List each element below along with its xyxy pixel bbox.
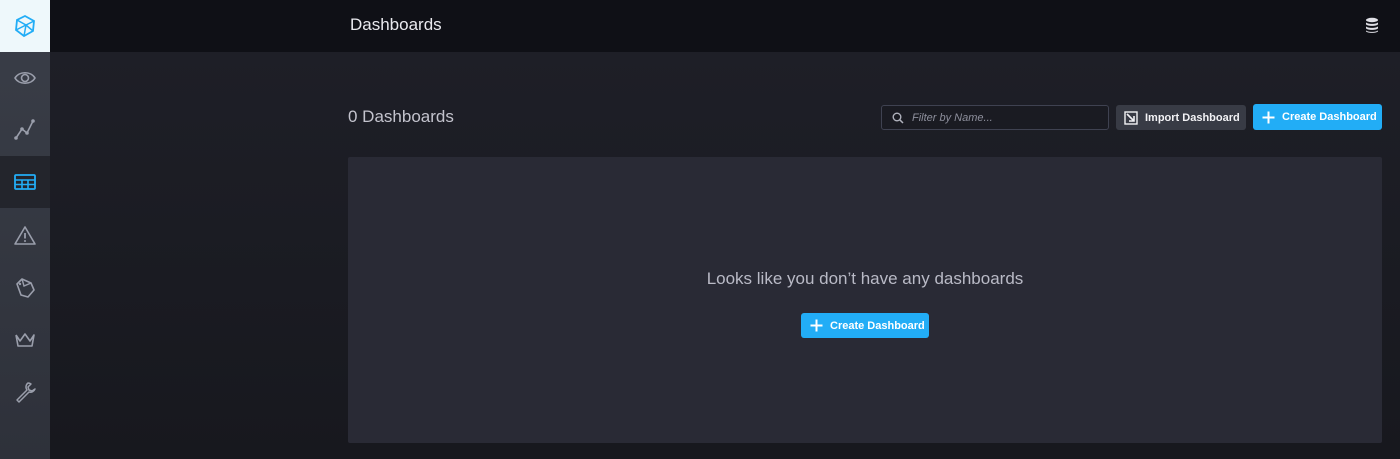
graph-icon bbox=[14, 119, 35, 140]
page-title: Dashboards bbox=[350, 15, 442, 34]
create-dashboard-label: Create Dashboard bbox=[1282, 111, 1377, 123]
empty-state-create-button[interactable]: Create Dashboard bbox=[801, 313, 929, 338]
source-selector[interactable] bbox=[1365, 17, 1379, 38]
sidebar bbox=[0, 0, 50, 459]
search-box[interactable] bbox=[881, 105, 1109, 130]
tag-icon bbox=[16, 278, 35, 298]
create-dashboard-button[interactable]: Create Dashboard bbox=[1253, 104, 1382, 130]
import-dashboard-button[interactable]: Import Dashboard bbox=[1116, 105, 1246, 130]
logo-icon bbox=[15, 14, 35, 38]
app-logo[interactable] bbox=[0, 0, 50, 52]
sidebar-item-configuration[interactable] bbox=[0, 366, 50, 418]
sidebar-item-alerting[interactable] bbox=[0, 210, 50, 262]
database-icon bbox=[1366, 17, 1378, 33]
empty-state-panel: Looks like you don’t have any dashboards… bbox=[348, 157, 1382, 443]
sidebar-item-admin[interactable] bbox=[0, 314, 50, 366]
sidebar-item-hosts[interactable] bbox=[0, 104, 50, 156]
empty-state-message: Looks like you don’t have any dashboards bbox=[706, 269, 1024, 288]
sidebar-item-dashboards[interactable] bbox=[0, 156, 50, 208]
dashboard-count: 0 Dashboards bbox=[348, 107, 454, 126]
import-icon bbox=[1124, 110, 1138, 125]
app-window: Dashboards 0 Dashboards Filter by Name..… bbox=[0, 0, 1400, 459]
main-content: 0 Dashboards Import Dashboard Create Das… bbox=[50, 52, 1400, 459]
dashboard-icon bbox=[14, 174, 36, 190]
sidebar-item-data-explorer[interactable] bbox=[0, 52, 50, 104]
crown-icon bbox=[15, 333, 35, 347]
sidebar-item-log-viewer[interactable] bbox=[0, 262, 50, 314]
search-icon bbox=[892, 112, 904, 124]
plus-icon bbox=[1262, 111, 1275, 123]
empty-state-create-label: Create Dashboard bbox=[830, 319, 925, 332]
import-dashboard-label: Import Dashboard bbox=[1145, 111, 1240, 124]
plus-icon bbox=[810, 319, 823, 332]
wrench-icon bbox=[16, 382, 36, 403]
alert-icon bbox=[14, 226, 36, 245]
page-header: Dashboards bbox=[50, 0, 1400, 52]
eye-icon bbox=[14, 71, 36, 85]
search-input[interactable] bbox=[912, 111, 1102, 124]
